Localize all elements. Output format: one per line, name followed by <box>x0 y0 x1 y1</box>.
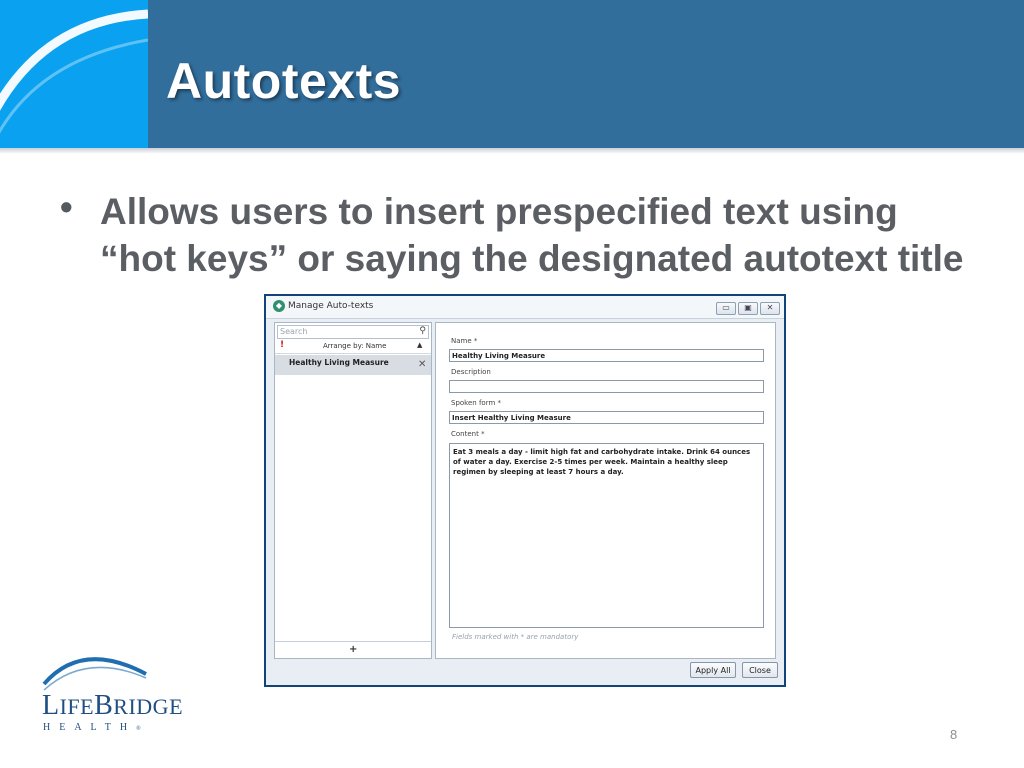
slide-title: Autotexts <box>166 53 402 109</box>
sort-up-icon[interactable]: ▲ <box>417 341 422 349</box>
header-divider <box>0 148 1024 154</box>
bullet-marker: • <box>60 186 73 227</box>
content-label: Content * <box>451 430 485 438</box>
description-field[interactable] <box>449 380 764 393</box>
maximize-button[interactable]: ▣ <box>738 302 758 315</box>
content-textarea[interactable]: Eat 3 meals a day - limit high fat and c… <box>449 443 764 628</box>
dialog-titlebar: ◆ Manage Auto-texts ▭ ▣ ✕ <box>266 296 784 319</box>
header-arc-decoration <box>0 9 148 134</box>
logo-text-ife: IFE <box>59 694 95 719</box>
search-placeholder: Search <box>280 327 308 336</box>
apply-all-button[interactable]: Apply All <box>690 662 736 678</box>
spoken-form-field[interactable]: Insert Healthy Living Measure <box>449 411 764 424</box>
search-icon[interactable]: ⚲ <box>419 326 426 336</box>
logo-subtitle: HEALTH® <box>43 722 141 733</box>
header-accent-block <box>0 0 148 148</box>
minimize-button[interactable]: ▭ <box>716 302 736 315</box>
logo-sub-text: HEALTH <box>43 722 137 733</box>
add-autotext-button[interactable]: + <box>349 644 357 655</box>
search-input[interactable]: Search ⚲ <box>277 325 429 339</box>
manage-autotexts-dialog: ◆ Manage Auto-texts ▭ ▣ ✕ Search ⚲ ! Arr… <box>264 294 786 687</box>
page-number: 8 <box>950 727 958 742</box>
logo-arc-icon <box>42 657 147 691</box>
list-item[interactable]: Healthy Living Measure ✕ <box>275 355 431 375</box>
mandatory-note: Fields marked with * are mandatory <box>452 633 579 641</box>
arrange-by-label: Arrange by: Name <box>323 342 387 350</box>
app-icon: ◆ <box>273 300 285 312</box>
autotext-detail-pane: Name * Healthy Living Measure Descriptio… <box>435 322 776 659</box>
logo-text-ridge: RIDGE <box>113 694 184 719</box>
alert-icon: ! <box>280 340 285 350</box>
list-footer: + <box>275 641 431 659</box>
slide-header: Autotexts <box>0 0 1024 148</box>
list-item-label: Healthy Living Measure <box>289 358 389 367</box>
delete-icon[interactable]: ✕ <box>418 359 426 370</box>
dialog-title: Manage Auto-texts <box>288 301 374 311</box>
logo-registered-mark: ® <box>136 726 141 732</box>
logo-letter-l: L <box>42 690 60 721</box>
autotext-list-pane: Search ⚲ ! Arrange by: Name ▲ Healthy Li… <box>274 322 432 659</box>
description-label: Description <box>451 368 491 376</box>
logo-wordmark: LIFEBRIDGE <box>42 690 183 722</box>
spoken-form-label: Spoken form * <box>451 399 501 407</box>
close-button[interactable]: Close <box>742 662 778 678</box>
arrange-by-row[interactable]: ! Arrange by: Name ▲ <box>275 340 431 354</box>
name-field[interactable]: Healthy Living Measure <box>449 349 764 362</box>
bullet-text: Allows users to insert prespecified text… <box>100 191 964 279</box>
logo-letter-b: B <box>94 690 114 721</box>
close-window-button[interactable]: ✕ <box>760 302 780 315</box>
name-label: Name * <box>451 337 478 345</box>
